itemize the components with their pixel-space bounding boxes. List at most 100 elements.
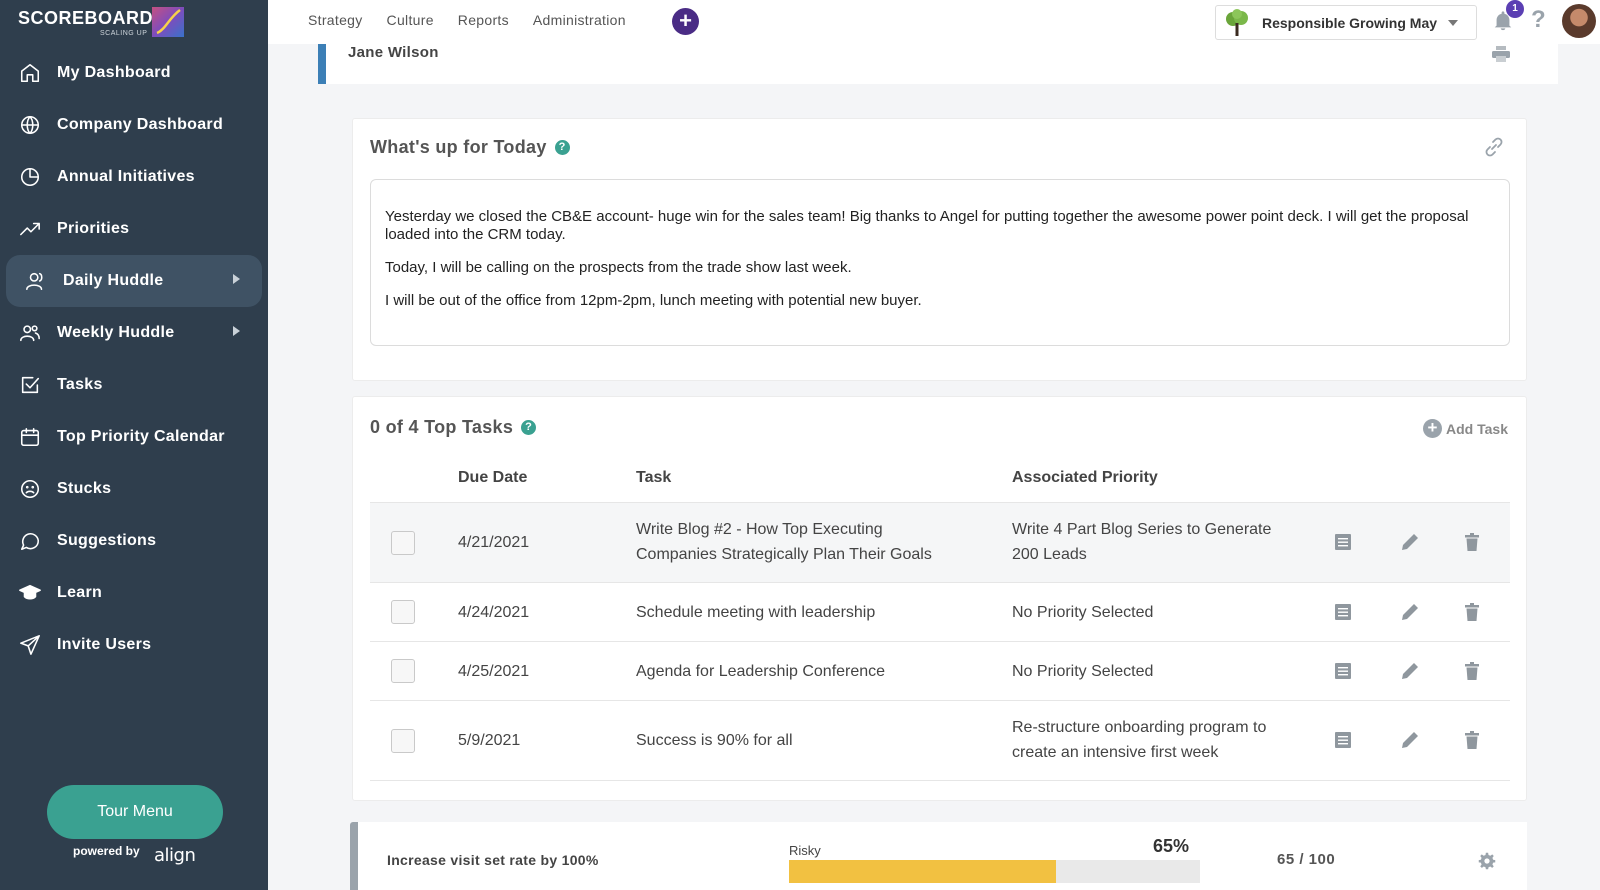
sidebar-item-learn[interactable]: Learn [6, 567, 262, 619]
plus-circle-icon: + [1423, 419, 1443, 438]
graduation-cap-icon [18, 581, 42, 605]
table-row: 5/9/2021 Success is 90% for all Re-struc… [370, 701, 1510, 781]
task-priority: No Priority Selected [1012, 663, 1154, 680]
notes-icon[interactable] [1333, 602, 1353, 622]
task-name[interactable]: Write Blog #2 - How Top Executing Compan… [636, 517, 956, 567]
sidebar-item-daily-huddle[interactable]: Daily Huddle [6, 255, 262, 307]
huddle-header: Jane Wilson [318, 44, 1558, 84]
send-icon [18, 633, 42, 657]
whats-up-title: What's up for Today [370, 137, 547, 157]
help-icon[interactable]: ? [1531, 6, 1546, 34]
kpi-progress-fill [789, 860, 1057, 883]
user-avatar[interactable] [1562, 4, 1596, 38]
edit-pencil-icon[interactable] [1400, 661, 1420, 681]
task-priority: No Priority Selected [1012, 604, 1154, 621]
kpi-row[interactable]: Increase visit set rate by 100% Risky 65… [350, 822, 1527, 890]
column-header-due-date[interactable]: Due Date [458, 469, 527, 487]
task-name[interactable]: Success is 90% for all [636, 728, 793, 753]
help-circle-icon[interactable]: ? [554, 140, 570, 155]
delete-trash-icon[interactable] [1462, 730, 1482, 750]
chat-icon [18, 529, 42, 553]
delete-trash-icon[interactable] [1462, 661, 1482, 681]
sidebar-item-label: Tasks [57, 376, 103, 393]
top-tasks-title: 0 of 4 Top Tasks [370, 417, 514, 437]
nav-culture[interactable]: Culture [387, 12, 434, 28]
today-paragraph: Today, I will be calling on the prospect… [385, 259, 852, 276]
task-due-date: 4/21/2021 [458, 534, 530, 551]
scoreboard-logo[interactable]: SCOREBOARD SCALING UP [18, 6, 188, 40]
company-tree-icon [1226, 8, 1248, 36]
table-row: 4/24/2021 Schedule meeting with leadersh… [370, 583, 1510, 642]
sidebar-item-label: Priorities [57, 220, 130, 237]
powered-by-label: powered by [73, 844, 140, 858]
sidebar-item-weekly-huddle[interactable]: Weekly Huddle [6, 307, 262, 359]
notes-icon[interactable] [1333, 730, 1353, 750]
expand-arrow-icon[interactable] [233, 274, 240, 284]
expand-arrow-icon[interactable] [233, 326, 240, 336]
align-logo[interactable]: align [154, 845, 196, 866]
whats-up-today-card: What's up for Today ? Yesterday we close… [352, 118, 1527, 381]
sidebar-item-tasks[interactable]: Tasks [6, 359, 262, 411]
add-new-button[interactable]: + [672, 8, 699, 35]
add-task-label: Add Task [1446, 420, 1508, 437]
sidebar: SCOREBOARD SCALING UP My Dashboard Compa… [0, 0, 268, 890]
sidebar-item-annual-initiatives[interactable]: Annual Initiatives [6, 151, 262, 203]
task-complete-checkbox[interactable] [391, 600, 415, 624]
member-name: Jane Wilson [348, 44, 439, 61]
edit-pencil-icon[interactable] [1400, 602, 1420, 622]
task-complete-checkbox[interactable] [391, 729, 415, 753]
add-task-button[interactable]: + Add Task [1423, 419, 1508, 438]
edit-pencil-icon[interactable] [1400, 730, 1420, 750]
sidebar-item-invite-users[interactable]: Invite Users [6, 619, 262, 671]
nav-reports[interactable]: Reports [458, 12, 509, 28]
task-name[interactable]: Schedule meeting with leadership [636, 600, 875, 625]
task-due-date: 4/24/2021 [458, 604, 530, 621]
task-complete-checkbox[interactable] [391, 531, 415, 555]
logo-subtitle: SCALING UP [100, 30, 148, 37]
tasks-table-header: Due Date Task Associated Priority [370, 469, 1510, 499]
print-icon[interactable] [1492, 46, 1510, 62]
kpi-progress-bar [789, 860, 1200, 883]
sidebar-item-company-dashboard[interactable]: Company Dashboard [6, 99, 262, 151]
company-name: Responsible Growing May [1262, 14, 1438, 31]
help-circle-icon[interactable]: ? [521, 420, 537, 435]
sidebar-item-label: Company Dashboard [57, 116, 224, 133]
column-header-priority[interactable]: Associated Priority [1012, 469, 1158, 487]
globe-icon [18, 113, 42, 137]
sidebar-item-stucks[interactable]: Stucks [6, 463, 262, 515]
task-priority: Write 4 Part Blog Series to Generate 200… [1012, 521, 1272, 563]
table-row: 4/21/2021 Write Blog #2 - How Top Execut… [370, 502, 1510, 583]
notification-count-badge: 1 [1506, 0, 1524, 18]
delete-trash-icon[interactable] [1462, 602, 1482, 622]
company-selector[interactable]: Responsible Growing May [1215, 5, 1477, 40]
gear-icon[interactable] [1478, 852, 1496, 870]
notes-icon[interactable] [1333, 532, 1353, 552]
link-icon[interactable] [1482, 135, 1506, 159]
sidebar-item-my-dashboard[interactable]: My Dashboard [6, 47, 262, 99]
sidebar-item-label: Top Priority Calendar [57, 428, 225, 445]
sidebar-item-priorities[interactable]: Priorities [6, 203, 262, 255]
edit-pencil-icon[interactable] [1400, 532, 1420, 552]
task-name[interactable]: Agenda for Leadership Conference [636, 659, 885, 684]
calendar-icon [18, 425, 42, 449]
tour-menu-button[interactable]: Tour Menu [47, 785, 223, 839]
today-paragraph: Yesterday we closed the CB&E account- hu… [385, 208, 1469, 243]
checkbox-icon [18, 373, 42, 397]
today-paragraph: I will be out of the office from 12pm-2p… [385, 292, 922, 309]
task-priority: Re-structure onboarding program to creat… [1012, 719, 1267, 761]
today-text-area[interactable]: Yesterday we closed the CB&E account- hu… [370, 179, 1510, 346]
sidebar-nav: My Dashboard Company Dashboard Annual In… [0, 47, 268, 671]
notes-icon[interactable] [1333, 661, 1353, 681]
task-complete-checkbox[interactable] [391, 659, 415, 683]
sidebar-item-suggestions[interactable]: Suggestions [6, 515, 262, 567]
kpi-name: Increase visit set rate by 100% [387, 852, 599, 868]
nav-administration[interactable]: Administration [533, 12, 626, 28]
users-icon [18, 321, 42, 345]
whats-up-title-row: What's up for Today ? [370, 137, 570, 158]
top-nav: Strategy Culture Reports Administration [308, 12, 626, 28]
table-row: 4/25/2021 Agenda for Leadership Conferen… [370, 642, 1510, 701]
sidebar-item-top-priority-calendar[interactable]: Top Priority Calendar [6, 411, 262, 463]
delete-trash-icon[interactable] [1462, 532, 1482, 552]
column-header-task[interactable]: Task [636, 469, 671, 487]
nav-strategy[interactable]: Strategy [308, 12, 363, 28]
